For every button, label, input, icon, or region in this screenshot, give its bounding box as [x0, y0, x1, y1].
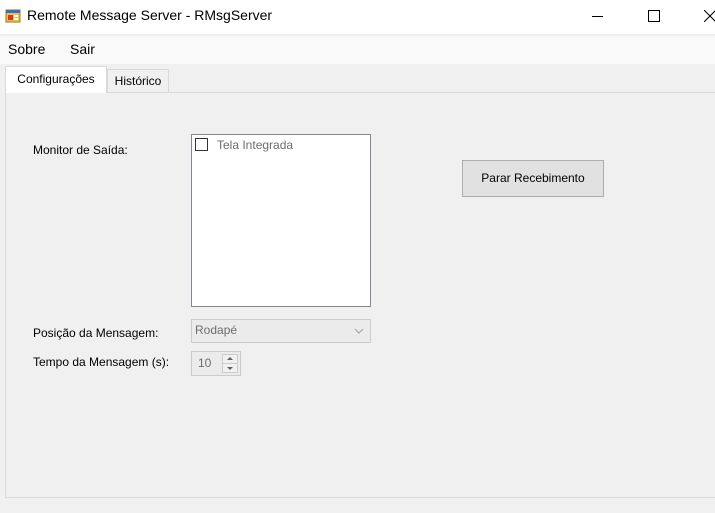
time-stepper-buttons [222, 354, 238, 373]
stepper-down-icon[interactable] [223, 364, 237, 372]
menu-bar: Sobre Sair [0, 36, 715, 64]
title-bar[interactable]: Remote Message Server - RMsgServer [0, 0, 715, 34]
app-window: Remote Message Server - RMsgServer Sobre… [0, 0, 715, 513]
time-stepper-value: 10 [198, 356, 212, 370]
position-select[interactable]: Rodapé [191, 319, 371, 343]
time-stepper[interactable]: 10 [191, 351, 241, 376]
time-label: Tempo da Mensagem (s): [33, 355, 170, 369]
window-title: Remote Message Server - RMsgServer [27, 7, 273, 23]
tab-historico[interactable]: Histórico [107, 69, 169, 92]
close-icon[interactable] [690, 0, 715, 34]
minimize-icon[interactable] [576, 0, 622, 34]
position-select-value: Rodapé [195, 323, 238, 337]
maximize-icon[interactable] [631, 0, 677, 34]
app-window-icon [5, 9, 21, 23]
stop-receiving-button[interactable]: Parar Recebimento [462, 160, 604, 197]
menu-item-sobre[interactable]: Sobre [8, 41, 45, 57]
menu-item-sair[interactable]: Sair [70, 41, 95, 57]
chevron-down-icon [354, 328, 364, 334]
tab-configuracoes[interactable]: Configurações [5, 66, 107, 93]
monitor-checklist[interactable]: Tela Integrada [191, 134, 371, 307]
monitor-label: Monitor de Saída: [33, 143, 128, 157]
monitor-option-checkbox[interactable] [195, 138, 208, 151]
monitor-option-label[interactable]: Tela Integrada [217, 138, 293, 152]
position-label: Posição da Mensagem: [33, 326, 159, 340]
stepper-up-icon[interactable] [223, 355, 237, 364]
